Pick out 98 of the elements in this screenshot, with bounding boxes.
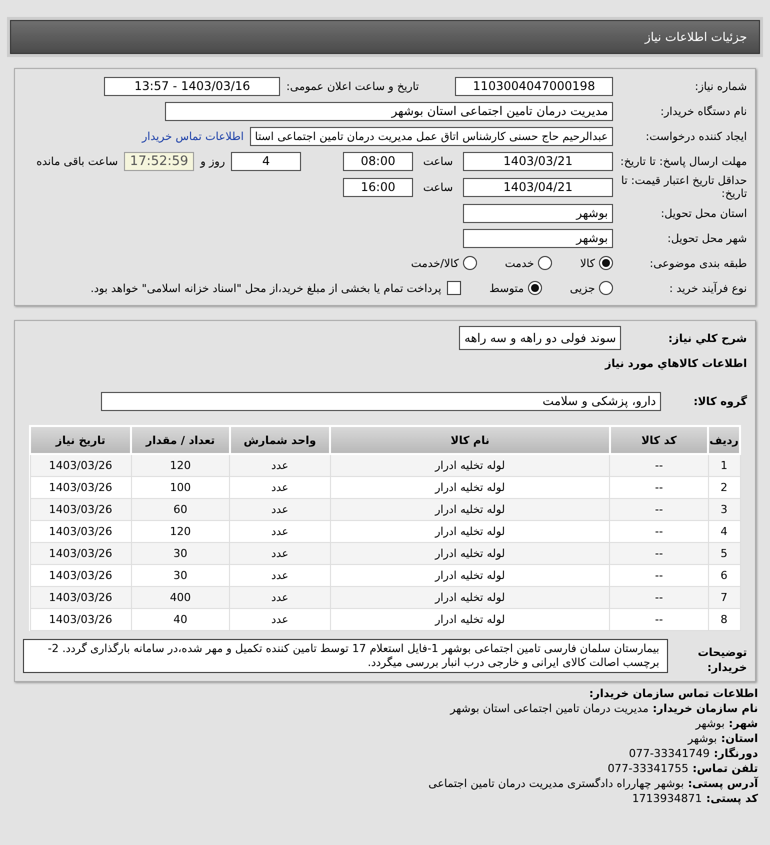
field-label: توضیحات خریدار:	[696, 645, 747, 675]
table-cell: 7	[708, 586, 740, 608]
table-cell: --	[610, 454, 708, 476]
table-cell: --	[610, 542, 708, 564]
field-label: ساعت	[423, 180, 453, 194]
field-label: حداقل تاریخ اعتبار قیمت: تا تاریخ:	[620, 174, 747, 200]
column-header: واحد شمارش	[230, 426, 330, 454]
buyer-field: مدیریت درمان تامین اجتماعی استان بوشهر	[165, 102, 613, 120]
table-cell: 1403/03/26	[30, 586, 132, 608]
table-cell: 30	[131, 542, 230, 564]
table-cell: لوله تخلیه ادرار	[330, 454, 610, 476]
contact-value: 077-33341755	[608, 761, 689, 776]
radio-button[interactable]	[538, 256, 552, 270]
table-cell: 1	[708, 454, 740, 476]
field-label: ایجاد کننده درخواست:	[644, 130, 747, 142]
field-label: گروه کالا:	[692, 394, 747, 408]
radio-button[interactable]	[599, 256, 613, 270]
field-label: ساعت	[423, 154, 453, 168]
column-header: تاریخ نیاز	[30, 426, 132, 454]
radio-button[interactable]	[462, 256, 477, 270]
contact-value: بوشهر	[688, 731, 717, 746]
deadline-date-field: 1403/03/21	[463, 152, 613, 170]
buyer-contact-link[interactable]: اطلاعات تماس خریدار	[142, 130, 244, 142]
page-title: جزئیات اطلاعات نیاز	[10, 20, 760, 54]
contact-label: کد پستی:	[706, 791, 758, 806]
table-cell: 1403/03/26	[30, 608, 132, 630]
validity-time-field: 16:00	[343, 178, 414, 196]
validity-date-field: 1403/04/21	[463, 178, 613, 196]
need-number-field: 1103004047000198	[455, 76, 613, 96]
option-label: جزیی	[570, 282, 595, 294]
contact-value: بوشهر	[696, 716, 725, 731]
contact-label: شهر:	[728, 716, 758, 731]
table-cell: 400	[131, 586, 230, 608]
option-label: کالا	[580, 256, 595, 270]
contact-label: دورنگار:	[714, 746, 758, 761]
column-header: نام کالا	[330, 426, 610, 454]
field-label: ساعت باقی مانده	[36, 154, 118, 168]
remaining-time-field: 17:52:59	[124, 152, 194, 170]
table-cell: 1403/03/26	[30, 498, 132, 520]
table-cell: 1403/03/26	[30, 454, 132, 476]
table-cell: عدد	[230, 586, 330, 608]
field-label: مهلت ارسال پاسخ: تا تاریخ:	[619, 154, 747, 168]
table-cell: 40	[131, 608, 230, 630]
table-cell: لوله تخلیه ادرار	[330, 542, 610, 564]
checkbox-label: پرداخت تمام یا بخشی از مبلغ خرید،از محل "اسناد خزانه اسلامی" خواهد بود.	[90, 282, 442, 294]
table-cell: لوله تخلیه ادرار	[330, 608, 610, 630]
contact-label: تلفن تماس:	[692, 761, 758, 776]
column-header: تعداد / مقدار	[131, 426, 230, 454]
province-field: بوشهر	[463, 204, 613, 222]
field-label: نوع فرآیند خرید :	[668, 282, 747, 294]
table-cell: 60	[131, 498, 230, 520]
field-label: استان محل تحویل:	[660, 206, 747, 220]
contact-label: آدرس پستی:	[688, 776, 758, 791]
table-cell: --	[610, 608, 708, 630]
column-header: کد کالا	[610, 426, 708, 454]
option-label: خدمت	[504, 256, 534, 270]
requester-field: عبدالرحیم حاج حسنی کارشناس اتاق عمل مدیریت درمان تامین اجتماعی استا	[250, 126, 613, 146]
option-label: متوسط	[489, 282, 524, 294]
field-label: شماره نیاز:	[694, 80, 747, 92]
table-cell: عدد	[230, 498, 330, 520]
contact-value: 1713934871	[632, 791, 702, 806]
field-label: طبقه بندی موضوعی:	[648, 256, 747, 270]
deadline-time-field: 08:00	[343, 152, 414, 170]
column-header: ردیف	[708, 426, 740, 454]
buyer-notes: بیمارستان سلمان فارسی تامین اجتماعی بوشهر 1-فایل استعلام 17 توسط تامین کننده تکمیل و مهر شده،در سامانه بارگذاری گردد. 2-برچسب اصالت کالای ایرانی و خارجی درب انبار بررسی میگردد.	[23, 639, 668, 673]
contact-label: نام سازمان خریدار:	[652, 701, 758, 716]
field-label: روز و	[200, 154, 226, 168]
field-label: نام دستگاه خریدار:	[659, 104, 747, 118]
option-label: کالا/خدمت	[411, 256, 459, 270]
contact-label: استان:	[721, 731, 758, 746]
summary-field: سوند فولی دو راهه و سه راهه	[459, 326, 621, 350]
table-cell: عدد	[230, 542, 330, 564]
field-label: تاریخ و ساعت اعلان عمومی:	[286, 80, 419, 92]
contact-value: بوشهر چهارراه دادگستری مدیریت درمان تامین اجتماعی	[428, 776, 684, 791]
announce-date-field: 1403/03/16 - 13:57	[104, 76, 280, 96]
table-cell: --	[610, 498, 708, 520]
table-cell: لوله تخلیه ادرار	[330, 586, 610, 608]
contact-value: 077-33341749	[628, 746, 710, 761]
table-cell: 3	[708, 498, 740, 520]
radio-button[interactable]	[599, 281, 613, 295]
table-cell: 8	[708, 608, 740, 630]
field-label: شهر محل تحویل:	[666, 232, 747, 244]
table-cell: 1403/03/26	[30, 542, 132, 564]
table-cell: 5	[708, 542, 740, 564]
goods-group-field: دارو، پزشکی و سلامت	[101, 392, 661, 410]
contact-value: مدیریت درمان تامین اجتماعی استان بوشهر	[450, 701, 649, 716]
table-cell: 120	[131, 454, 230, 476]
table-cell: عدد	[230, 454, 330, 476]
checkbox[interactable]	[447, 281, 462, 295]
table-cell: --	[610, 586, 708, 608]
radio-button[interactable]	[528, 281, 542, 295]
table-cell: لوله تخلیه ادرار	[330, 498, 610, 520]
days-field: 4	[231, 152, 302, 170]
field-label: شرح کلي نياز:	[667, 332, 747, 344]
contact-title: اطلاعات تماس سازمان خریدار:	[588, 686, 758, 701]
section-title: اطلاعات کالاهاي مورد نياز	[605, 356, 747, 370]
table-cell: عدد	[230, 608, 330, 630]
city-field: بوشهر	[463, 228, 613, 248]
